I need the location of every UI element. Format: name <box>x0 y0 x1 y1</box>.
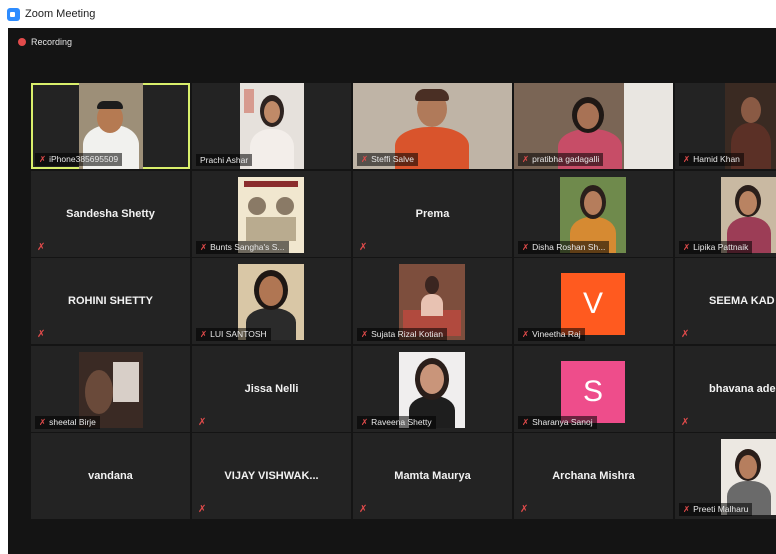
mic-muted-icon: ✗ <box>198 504 207 515</box>
participant-tile[interactable]: ✗ Bunts Sangha's S... <box>192 171 351 257</box>
participant-display-name: Archana Mishra <box>552 470 635 482</box>
participant-name-tag: ✗ Hamid Khan <box>679 153 744 166</box>
participant-name-tag: ✗ Vineetha Raj <box>518 328 585 341</box>
participant-tile[interactable]: SEEMA KAD ✗ <box>675 258 776 344</box>
avatar: S <box>561 361 625 423</box>
mic-muted-icon: ✗ <box>39 417 47 427</box>
participant-name-tag: ✗ LUI SANTOSH <box>196 328 271 341</box>
participant-tile[interactable]: ✗ Preeti Malharu <box>675 433 776 519</box>
participant-name-tag: ✗ Disha Roshan Sh... <box>518 241 610 254</box>
mic-muted-icon: ✗ <box>522 329 530 339</box>
participant-tile[interactable]: Jissa Nelli ✗ <box>192 346 351 432</box>
avatar: V <box>561 273 625 335</box>
mic-muted-icon: ✗ <box>200 329 208 339</box>
participant-name-tag: ✗ Lipika Pattnaik <box>679 241 753 254</box>
participant-tile[interactable]: ✗ pratibha gadagalli <box>514 83 673 169</box>
participant-name-tag: ✗ Preeti Malharu <box>679 503 753 516</box>
mic-muted-icon: ✗ <box>683 504 691 514</box>
participant-tile[interactable]: ✗ LUI SANTOSH <box>192 258 351 344</box>
participant-tile[interactable]: ✗ Hamid Khan <box>675 83 776 169</box>
participant-display-name: Mamta Maurya <box>394 470 471 482</box>
participant-tile[interactable]: ✗ Steffi Salve <box>353 83 512 169</box>
participant-name-tag: Prachi Ashar <box>196 154 253 166</box>
mic-muted-icon: ✗ <box>39 154 47 164</box>
meeting-gallery-view: Recording ✗ iPhone385695509 Prachi Ashar … <box>8 28 776 554</box>
mic-muted-icon: ✗ <box>681 417 690 428</box>
mic-muted-icon: ✗ <box>520 504 529 515</box>
recording-indicator[interactable]: Recording <box>18 37 72 47</box>
participant-tile[interactable]: Sandesha Shetty ✗ <box>31 171 190 257</box>
participant-tile[interactable]: Prachi Ashar <box>192 83 351 169</box>
participant-display-name: VIJAY VISHWAK... <box>224 470 319 482</box>
mic-muted-icon: ✗ <box>361 154 369 164</box>
participant-tile[interactable]: vandana <box>31 433 190 519</box>
zoom-app-icon <box>7 7 20 21</box>
participant-tile[interactable]: ✗ iPhone385695509 <box>31 83 190 169</box>
mic-muted-icon: ✗ <box>361 329 369 339</box>
participant-name-tag: ✗ Steffi Salve <box>357 153 418 166</box>
participant-tile[interactable]: VIJAY VISHWAK... ✗ <box>192 433 351 519</box>
mic-muted-icon: ✗ <box>681 329 690 340</box>
participant-tile[interactable]: bhavana ade ✗ <box>675 346 776 432</box>
participant-tile[interactable]: ✗ sheetal Birje <box>31 346 190 432</box>
mic-muted-icon: ✗ <box>359 504 368 515</box>
participant-display-name: ROHINI SHETTY <box>68 295 153 307</box>
mic-muted-icon: ✗ <box>200 242 208 252</box>
participant-tile[interactable]: ✗ Disha Roshan Sh... <box>514 171 673 257</box>
participant-display-name: vandana <box>88 470 133 482</box>
window-titlebar: Zoom Meeting <box>0 0 776 28</box>
mic-muted-icon: ✗ <box>361 417 369 427</box>
mic-muted-icon: ✗ <box>522 417 530 427</box>
participant-name-tag: ✗ pratibha gadagalli <box>518 153 604 166</box>
participant-name-tag: ✗ Sharanya Sanoj <box>518 416 597 429</box>
mic-muted-icon: ✗ <box>37 329 46 340</box>
mic-muted-icon: ✗ <box>37 242 46 253</box>
participant-name-tag: ✗ Raveena Shetty <box>357 416 436 429</box>
mic-muted-icon: ✗ <box>683 242 691 252</box>
mic-muted-icon: ✗ <box>198 417 207 428</box>
participant-tile[interactable]: Prema ✗ <box>353 171 512 257</box>
participant-display-name: Jissa Nelli <box>244 383 299 395</box>
participant-tile[interactable]: S ✗ Sharanya Sanoj <box>514 346 673 432</box>
participant-tile[interactable]: ✗ Sujata Rizal Kotian <box>353 258 512 344</box>
participant-tile[interactable]: Archana Mishra ✗ <box>514 433 673 519</box>
mic-muted-icon: ✗ <box>359 242 368 253</box>
participant-tile[interactable]: Mamta Maurya ✗ <box>353 433 512 519</box>
participant-display-name: bhavana ade <box>709 383 776 395</box>
participant-tile[interactable]: ✗ Lipika Pattnaik <box>675 171 776 257</box>
participant-name-tag: ✗ sheetal Birje <box>35 416 100 429</box>
participant-tile[interactable]: V ✗ Vineetha Raj <box>514 258 673 344</box>
participant-display-name: SEEMA KAD <box>709 295 775 307</box>
window-title: Zoom Meeting <box>25 8 96 20</box>
recording-label: Recording <box>31 37 73 47</box>
participant-display-name: Sandesha Shetty <box>66 208 155 220</box>
participant-display-name: Prema <box>415 208 450 220</box>
mic-muted-icon: ✗ <box>683 154 691 164</box>
participant-name-tag: ✗ Bunts Sangha's S... <box>196 241 289 254</box>
participant-tile[interactable]: ROHINI SHETTY ✗ <box>31 258 190 344</box>
participant-name-tag: ✗ Sujata Rizal Kotian <box>357 328 447 341</box>
mic-muted-icon: ✗ <box>522 154 530 164</box>
record-icon <box>18 38 26 46</box>
mic-muted-icon: ✗ <box>522 242 530 252</box>
participant-tile[interactable]: ✗ Raveena Shetty <box>353 346 512 432</box>
participant-name-tag: ✗ iPhone385695509 <box>35 153 123 166</box>
